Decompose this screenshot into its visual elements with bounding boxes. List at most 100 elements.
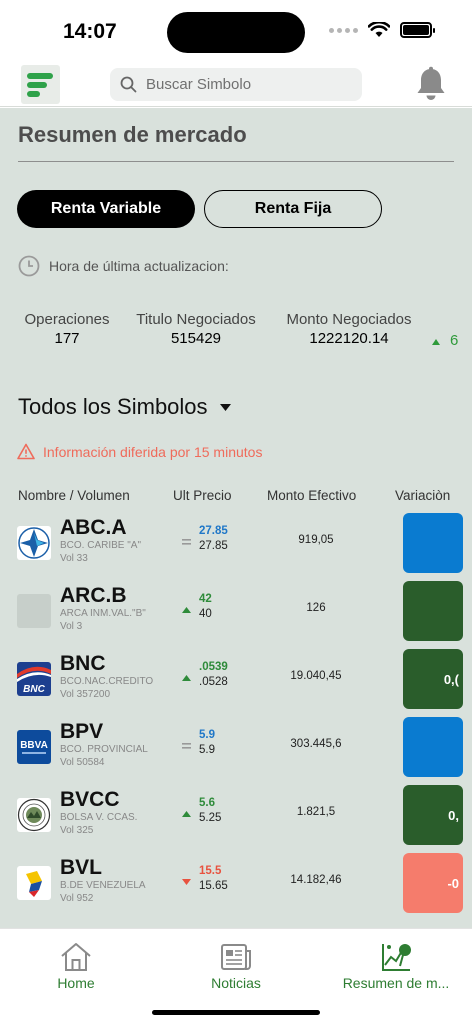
stat-value: 177 xyxy=(54,330,80,347)
delay-notice-text: Información diferida por 15 minutos xyxy=(43,443,263,460)
bell-icon[interactable] xyxy=(414,66,448,102)
monto-efectivo: 919,05 xyxy=(298,534,334,546)
column-header-precio[interactable]: Ult Precio xyxy=(173,488,232,503)
stat-operaciones: Operaciones 177 xyxy=(18,311,116,347)
column-header-monto[interactable]: Monto Efectivo xyxy=(267,488,356,503)
stat-label: Titulo Negociados xyxy=(136,311,256,328)
table-row[interactable]: ABC.A BCO. CARIBE "A" Vol 33 27.85 27.85… xyxy=(0,510,472,578)
dynamic-island xyxy=(167,12,305,53)
variation-pill[interactable]: 0,( xyxy=(403,649,463,709)
nav-home[interactable]: Home xyxy=(1,941,151,991)
tab-renta-variable[interactable]: Renta Variable xyxy=(17,190,195,228)
price-current: 5.6 xyxy=(199,797,215,809)
cellular-signal-icon xyxy=(329,27,358,33)
variation-pill[interactable] xyxy=(403,717,463,777)
symbol-name: ARCA INM.VAL."B" xyxy=(60,608,146,619)
price-current: 27.85 xyxy=(199,525,228,537)
nav-resumen-mercado[interactable]: Resumen de m... xyxy=(321,941,471,991)
trend-up-icon xyxy=(432,339,440,345)
symbol-volume: Vol 357200 xyxy=(60,689,111,700)
price-current: .0539 xyxy=(199,661,228,673)
symbol-volume: Vol 33 xyxy=(60,553,88,564)
search-bar[interactable] xyxy=(110,68,362,101)
symbol-code: BNC xyxy=(60,652,106,675)
symbol-volume: Vol 3 xyxy=(60,621,83,632)
trend-up-icon xyxy=(182,811,191,817)
stat-value: 515429 xyxy=(170,330,222,347)
caribe-logo xyxy=(17,526,51,560)
symbols-title: Todos los Simbolos xyxy=(18,394,208,419)
home-icon xyxy=(61,943,91,971)
variation-pill[interactable]: -0 xyxy=(403,853,463,913)
trend-up-icon xyxy=(182,607,191,613)
search-input[interactable] xyxy=(146,76,346,93)
price-previous: 40 xyxy=(199,608,212,620)
table-row[interactable]: BNC BNC BCO.NAC.CREDITO Vol 357200 .0539… xyxy=(0,646,472,714)
price-current: 15.5 xyxy=(199,865,222,877)
home-indicator[interactable] xyxy=(152,1010,320,1015)
wifi-icon xyxy=(368,22,390,37)
monto-efectivo: 1.821,5 xyxy=(296,806,336,818)
stat-label: Monto Negociados xyxy=(286,311,412,328)
status-bar: 14:07 xyxy=(0,0,472,62)
price-previous: 15.65 xyxy=(199,880,228,892)
stat-variation-cut: 6 xyxy=(450,332,459,349)
monto-efectivo: 303.445,6 xyxy=(290,738,342,750)
symbol-volume: Vol 952 xyxy=(60,893,94,904)
tab-renta-fija[interactable]: Renta Fija xyxy=(204,190,382,228)
nav-home-label: Home xyxy=(57,975,95,991)
trend-equal-icon xyxy=(182,743,191,749)
table-row[interactable]: BBVA BPV BCO. PROVINCIAL Vol 50584 5.9 5… xyxy=(0,714,472,782)
symbol-code: ARC.B xyxy=(60,584,127,607)
warning-icon xyxy=(17,443,35,460)
variation-pill[interactable] xyxy=(403,513,463,573)
symbol-name: BOLSA V. CCAS. xyxy=(60,812,138,823)
symbols-dropdown[interactable]: Todos los Simbolos xyxy=(18,394,231,420)
status-icons xyxy=(329,22,435,38)
title-divider xyxy=(18,161,454,162)
price-current: 5.9 xyxy=(199,729,215,741)
symbol-code: BVCC xyxy=(60,788,120,811)
bvcc-seal-logo xyxy=(17,798,51,832)
price-previous: 5.9 xyxy=(199,744,215,756)
monto-efectivo: 14.182,46 xyxy=(290,874,342,886)
column-header-variacion[interactable]: Variaciòn xyxy=(395,488,450,503)
last-update-label: Hora de última actualizacion: xyxy=(49,258,229,274)
search-icon xyxy=(120,76,137,92)
monto-efectivo: 19.040,45 xyxy=(290,670,342,682)
svg-text:BBVA: BBVA xyxy=(20,740,48,751)
delay-notice: Información diferida por 15 minutos xyxy=(17,443,262,460)
stat-monto-negociados: Monto Negociados 1222120.14 xyxy=(276,311,422,347)
market-summary-content[interactable]: Resumen de mercado Renta Variable Renta … xyxy=(0,108,472,928)
caret-down-icon xyxy=(219,403,231,411)
svg-text:BNC: BNC xyxy=(23,684,45,695)
app-header xyxy=(0,62,472,107)
nav-noticias[interactable]: Noticias xyxy=(161,941,311,991)
symbol-name: BCO.NAC.CREDITO xyxy=(60,676,154,687)
bnc-logo: BNC xyxy=(17,662,51,696)
column-header-nombre[interactable]: Nombre / Volumen xyxy=(18,488,130,503)
battery-icon xyxy=(400,22,435,38)
stat-label: Operaciones xyxy=(24,311,110,328)
trend-down-icon xyxy=(182,879,191,885)
symbol-name: BCO. CARIBE "A" xyxy=(60,540,142,551)
table-row[interactable]: ARC.B ARCA INM.VAL."B" Vol 3 42 40 126 xyxy=(0,578,472,646)
trend-up-icon xyxy=(182,675,191,681)
bbva-logo: BBVA xyxy=(17,730,51,764)
symbol-logo-placeholder xyxy=(17,594,51,628)
table-row[interactable]: BVL B.DE VENEZUELA Vol 952 15.5 15.65 14… xyxy=(0,850,472,918)
table-row[interactable]: BVCC BOLSA V. CCAS. Vol 325 5.6 5.25 1.8… xyxy=(0,782,472,850)
variation-pill[interactable]: 0, xyxy=(403,785,463,845)
clock-icon xyxy=(18,255,40,277)
price-previous: 27.85 xyxy=(199,540,228,552)
app-logo[interactable] xyxy=(21,65,60,104)
nav-noticias-label: Noticias xyxy=(211,975,261,991)
last-update-row: Hora de última actualizacion: xyxy=(18,255,229,277)
symbol-name: B.DE VENEZUELA xyxy=(60,880,146,891)
symbol-name: BCO. PROVINCIAL xyxy=(60,744,148,755)
stat-value: 1222120.14 xyxy=(309,330,389,347)
symbol-code: BVL xyxy=(60,856,102,879)
newspaper-icon xyxy=(221,944,251,970)
variation-pill[interactable] xyxy=(403,581,463,641)
status-time: 14:07 xyxy=(63,20,117,43)
